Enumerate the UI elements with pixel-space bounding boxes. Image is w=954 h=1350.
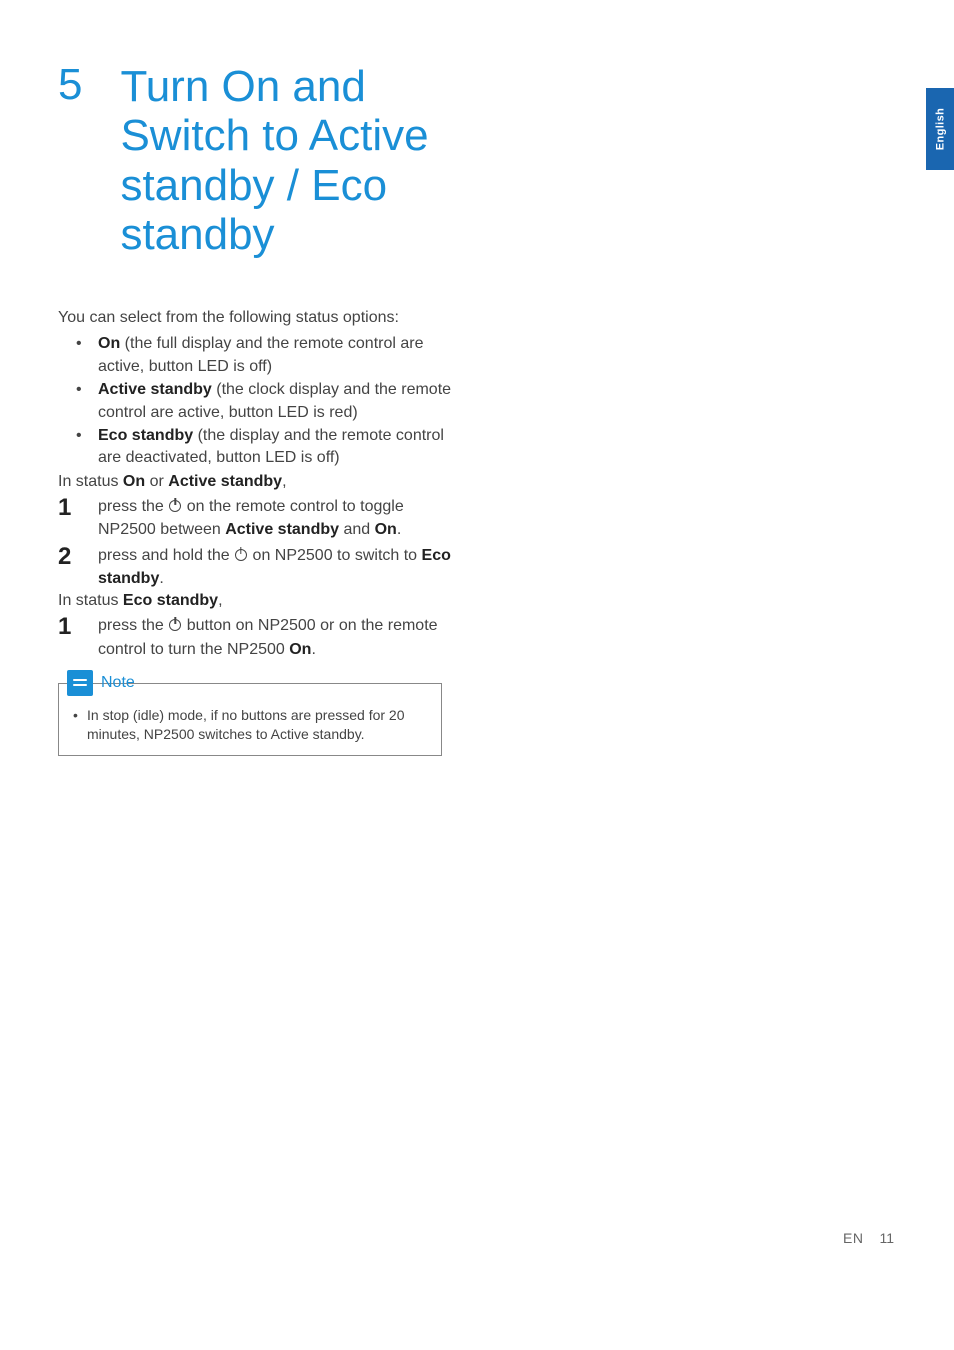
- chapter-title: Turn On and Switch to Active standby / E…: [120, 62, 450, 259]
- note-label: Note: [101, 674, 135, 692]
- page-footer: EN 11: [843, 1230, 894, 1246]
- status-label: On: [98, 335, 120, 352]
- power-icon: [169, 619, 181, 631]
- step-number: 1: [58, 495, 98, 520]
- step-text: press and hold the on NP2500 to switch t…: [98, 544, 453, 590]
- step-item: 1 press the button on NP2500 or on the r…: [58, 614, 453, 660]
- language-tab: English: [926, 88, 954, 170]
- step-text: press the on the remote control to toggl…: [98, 495, 453, 541]
- language-tab-label: English: [934, 108, 946, 151]
- status-option-list: On (the full display and the remote cont…: [58, 333, 453, 469]
- chapter-heading: 5 Turn On and Switch to Active standby /…: [58, 62, 453, 259]
- intro-text: You can select from the following status…: [58, 307, 453, 329]
- list-item: Eco standby (the display and the remote …: [58, 425, 453, 470]
- status-label: Eco standby: [98, 427, 193, 444]
- step-item: 2 press and hold the on NP2500 to switch…: [58, 544, 453, 590]
- list-item: On (the full display and the remote cont…: [58, 333, 453, 378]
- power-icon: [235, 549, 247, 561]
- footer-lang: EN: [843, 1230, 863, 1246]
- step-number: 2: [58, 544, 98, 569]
- power-icon: [169, 500, 181, 512]
- status-desc: (the full display and the remote control…: [98, 335, 424, 374]
- step-number: 1: [58, 614, 98, 639]
- note-body: In stop (idle) mode, if no buttons are p…: [59, 702, 441, 756]
- chapter-number: 5: [58, 62, 116, 108]
- step-text: press the button on NP2500 or on the rem…: [98, 614, 453, 660]
- note-header: Note: [59, 670, 441, 702]
- status-context-line: In status Eco standby,: [58, 590, 453, 612]
- step-item: 1 press the on the remote control to tog…: [58, 495, 453, 541]
- note-box: Note In stop (idle) mode, if no buttons …: [58, 683, 442, 757]
- footer-page-number: 11: [879, 1230, 894, 1246]
- list-item: Active standby (the clock display and th…: [58, 379, 453, 424]
- status-context-line: In status On or Active standby,: [58, 471, 453, 493]
- main-content: 5 Turn On and Switch to Active standby /…: [58, 62, 453, 756]
- status-label: Active standby: [98, 381, 212, 398]
- note-icon: [67, 670, 93, 696]
